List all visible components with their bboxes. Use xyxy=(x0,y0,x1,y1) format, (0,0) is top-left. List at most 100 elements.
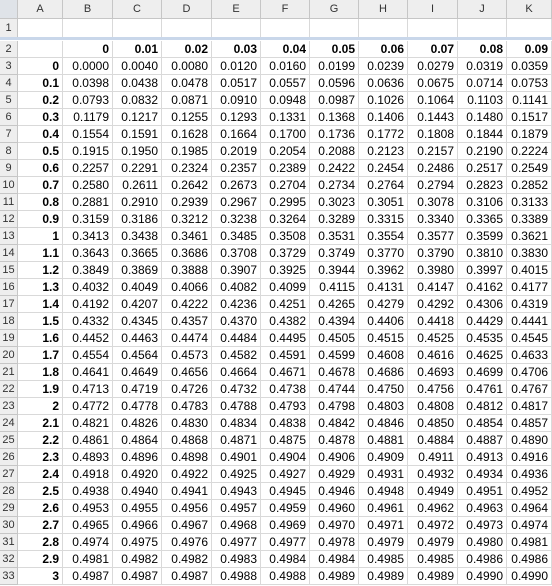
row-header-17[interactable]: 17 xyxy=(0,296,18,313)
table-value-cell[interactable]: 0.3554 xyxy=(359,228,408,245)
row-header-30[interactable]: 30 xyxy=(0,517,18,534)
table-value-cell[interactable]: 0.3599 xyxy=(458,228,507,245)
table-value-cell[interactable]: 0.4656 xyxy=(162,364,212,381)
table-value-cell[interactable]: 0.4960 xyxy=(310,500,359,517)
table-value-cell[interactable]: 0.4826 xyxy=(113,415,162,432)
table-value-cell[interactable]: 0.4177 xyxy=(507,279,552,296)
table-value-cell[interactable]: 0.3830 xyxy=(507,245,552,262)
table-value-cell[interactable]: 0.1293 xyxy=(212,109,261,126)
table-value-cell[interactable]: 0.3106 xyxy=(458,194,507,211)
table-value-cell[interactable]: 0.3665 xyxy=(113,245,162,262)
table-value-cell[interactable]: 0.4956 xyxy=(162,500,212,517)
table-value-cell[interactable]: 0.1985 xyxy=(162,143,212,160)
table-value-cell[interactable]: 0.4981 xyxy=(507,534,552,551)
table-value-cell[interactable]: 0.4989 xyxy=(408,568,458,585)
table-value-cell[interactable]: 0.4898 xyxy=(162,449,212,466)
cell[interactable] xyxy=(408,19,458,38)
table-value-cell[interactable]: 0.1217 xyxy=(113,109,162,126)
column-header-h[interactable]: H xyxy=(359,0,408,19)
frozen-row-divider[interactable] xyxy=(0,37,552,40)
table-value-cell[interactable]: 0.4967 xyxy=(162,517,212,534)
table-value-cell[interactable]: 0.3413 xyxy=(63,228,113,245)
table-value-cell[interactable]: 0.2088 xyxy=(310,143,359,160)
z-value-cell[interactable]: 1.7 xyxy=(18,347,63,364)
row-header-3[interactable]: 3 xyxy=(0,58,18,75)
cell[interactable] xyxy=(162,19,212,38)
row-header-18[interactable]: 18 xyxy=(0,313,18,330)
table-value-cell[interactable]: 0.4850 xyxy=(408,415,458,432)
table-value-cell[interactable]: 0.4463 xyxy=(113,330,162,347)
table-value-cell[interactable]: 0.4236 xyxy=(212,296,261,313)
table-value-cell[interactable]: 0.0080 xyxy=(162,58,212,75)
table-value-cell[interactable]: 0.4207 xyxy=(113,296,162,313)
row-header-12[interactable]: 12 xyxy=(0,211,18,228)
table-value-cell[interactable]: 0.4608 xyxy=(359,347,408,364)
table-value-cell[interactable]: 0.4830 xyxy=(162,415,212,432)
table-value-cell[interactable]: 0.4783 xyxy=(162,398,212,415)
table-value-cell[interactable]: 0.2673 xyxy=(212,177,261,194)
table-value-cell[interactable]: 0.2642 xyxy=(162,177,212,194)
table-value-cell[interactable]: 0.4943 xyxy=(212,483,261,500)
table-value-cell[interactable]: 0.1064 xyxy=(408,92,458,109)
table-value-cell[interactable]: 0.4980 xyxy=(458,534,507,551)
table-value-cell[interactable]: 0.3577 xyxy=(408,228,458,245)
table-value-cell[interactable]: 0.4484 xyxy=(212,330,261,347)
row-header-28[interactable]: 28 xyxy=(0,483,18,500)
table-value-cell[interactable]: 0.4706 xyxy=(507,364,552,381)
table-value-cell[interactable]: 0.0636 xyxy=(359,75,408,92)
table-value-cell[interactable]: 0.4671 xyxy=(261,364,310,381)
table-value-cell[interactable]: 0.2704 xyxy=(261,177,310,194)
cell[interactable] xyxy=(507,19,552,38)
z-value-cell[interactable]: 1.4 xyxy=(18,296,63,313)
table-value-cell[interactable]: 0.1950 xyxy=(113,143,162,160)
table-value-cell[interactable]: 0.4918 xyxy=(63,466,113,483)
row-header-32[interactable]: 32 xyxy=(0,551,18,568)
table-value-cell[interactable]: 0.4957 xyxy=(212,500,261,517)
table-value-cell[interactable]: 0.4505 xyxy=(310,330,359,347)
table-value-cell[interactable]: 0.4633 xyxy=(507,347,552,364)
z-value-cell[interactable]: 2.6 xyxy=(18,500,63,517)
table-value-cell[interactable]: 0.1700 xyxy=(261,126,310,143)
table-value-cell[interactable]: 0.4984 xyxy=(310,551,359,568)
table-value-cell[interactable]: 0.4890 xyxy=(507,432,552,449)
table-value-cell[interactable]: 0.4945 xyxy=(261,483,310,500)
z-value-cell[interactable]: 2.1 xyxy=(18,415,63,432)
table-value-cell[interactable]: 0.4979 xyxy=(359,534,408,551)
table-value-cell[interactable]: 0.3849 xyxy=(63,262,113,279)
table-value-cell[interactable]: 0.4965 xyxy=(63,517,113,534)
table-value-cell[interactable]: 0.4881 xyxy=(359,432,408,449)
table-value-cell[interactable]: 0.4975 xyxy=(113,534,162,551)
row-header-15[interactable]: 15 xyxy=(0,262,18,279)
table-value-cell[interactable]: 0.3315 xyxy=(359,211,408,228)
table-value-cell[interactable]: 0.4525 xyxy=(408,330,458,347)
table-value-cell[interactable]: 0.3531 xyxy=(310,228,359,245)
table-value-cell[interactable]: 0.4192 xyxy=(63,296,113,313)
table-value-cell[interactable]: 0.3078 xyxy=(408,194,458,211)
table-value-cell[interactable]: 0.4909 xyxy=(359,449,408,466)
row-header-25[interactable]: 25 xyxy=(0,432,18,449)
row-header-22[interactable]: 22 xyxy=(0,381,18,398)
table-value-cell[interactable]: 0.1517 xyxy=(507,109,552,126)
table-value-cell[interactable]: 0.2389 xyxy=(261,160,310,177)
table-value-cell[interactable]: 0.4306 xyxy=(458,296,507,313)
cell[interactable] xyxy=(458,19,507,38)
table-value-cell[interactable]: 0.4884 xyxy=(408,432,458,449)
row-header-6[interactable]: 6 xyxy=(0,109,18,126)
table-value-cell[interactable]: 0.4495 xyxy=(261,330,310,347)
table-value-cell[interactable]: 0.4726 xyxy=(162,381,212,398)
table-value-cell[interactable]: 0.3438 xyxy=(113,228,162,245)
column-header-b[interactable]: B xyxy=(63,0,113,19)
table-value-cell[interactable]: 0.4761 xyxy=(458,381,507,398)
table-value-cell[interactable]: 0.0753 xyxy=(507,75,552,92)
table-value-cell[interactable]: 0.4641 xyxy=(63,364,113,381)
row-header-21[interactable]: 21 xyxy=(0,364,18,381)
table-value-cell[interactable]: 0.4985 xyxy=(359,551,408,568)
table-value-cell[interactable]: 0.2939 xyxy=(162,194,212,211)
table-value-cell[interactable]: 0.3485 xyxy=(212,228,261,245)
table-value-cell[interactable]: 0.2157 xyxy=(408,143,458,160)
table-value-cell[interactable]: 0.4554 xyxy=(63,347,113,364)
table-value-cell[interactable]: 0.4982 xyxy=(113,551,162,568)
table-value-cell[interactable]: 0.3133 xyxy=(507,194,552,211)
table-value-cell[interactable]: 0.3264 xyxy=(261,211,310,228)
table-value-cell[interactable]: 0.0675 xyxy=(408,75,458,92)
